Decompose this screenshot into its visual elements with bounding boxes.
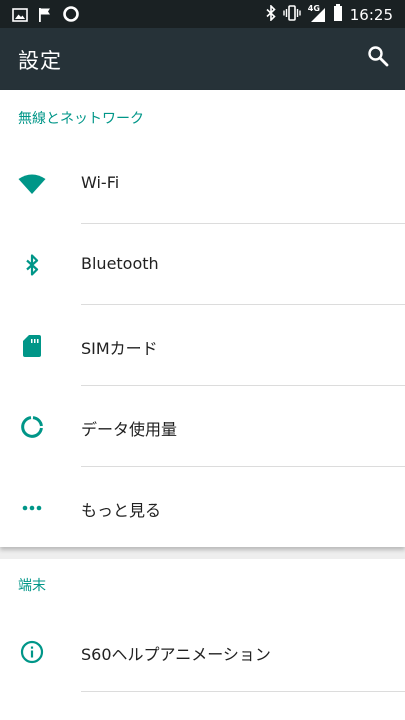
item-label: S60ヘルプアニメーション	[81, 645, 271, 664]
bluetooth-icon	[266, 3, 276, 25]
notification-icons	[12, 5, 80, 27]
ring-icon	[62, 5, 80, 27]
item-label: Wi-Fi	[81, 173, 120, 192]
section-header: 無線とネットワーク	[18, 111, 144, 127]
settings-item-wifi[interactable]: Wi-Fi	[0, 143, 405, 224]
status-bar: 4G 16:25	[0, 0, 405, 28]
settings-item-data-usage[interactable]: データ使用量	[0, 386, 405, 467]
system-icons: 4G 16:25	[266, 4, 393, 25]
search-button[interactable]	[363, 43, 393, 73]
item-label: もっと見る	[81, 501, 162, 520]
item-label: データ使用量	[81, 420, 178, 439]
signal-icon: 4G	[307, 3, 326, 23]
settings-item-more[interactable]: もっと見る	[0, 467, 405, 548]
search-icon	[367, 45, 389, 71]
data-usage-icon	[18, 414, 46, 440]
flag-icon	[38, 7, 52, 26]
item-label: Bluetooth	[81, 254, 159, 273]
section-header: 端末	[18, 578, 46, 594]
settings-item-help-animation[interactable]: S60ヘルプアニメーション	[0, 611, 405, 692]
app-bar: 設定	[0, 28, 405, 90]
more-icon	[18, 495, 46, 521]
settings-item-bluetooth[interactable]: Bluetooth	[0, 224, 405, 305]
sim-card-icon	[18, 333, 46, 359]
settings-item-sim-card[interactable]: SIMカード	[0, 305, 405, 386]
info-icon	[18, 639, 46, 665]
image-icon	[12, 7, 28, 26]
network-type-label: 4G	[307, 3, 320, 13]
divider	[81, 691, 405, 692]
bluetooth-icon	[18, 252, 46, 278]
vibrate-icon	[283, 4, 301, 25]
wireless-networks-section: 無線とネットワーク Wi-Fi Bluetooth SIMカード データ使用量 …	[0, 90, 405, 547]
section-gap	[0, 547, 405, 559]
item-label: SIMカード	[81, 339, 158, 358]
wifi-icon	[18, 171, 46, 197]
status-time: 16:25	[349, 5, 393, 24]
device-section: 端末 S60ヘルプアニメーション	[0, 559, 405, 720]
battery-icon	[333, 4, 343, 25]
page-title: 設定	[18, 49, 62, 73]
